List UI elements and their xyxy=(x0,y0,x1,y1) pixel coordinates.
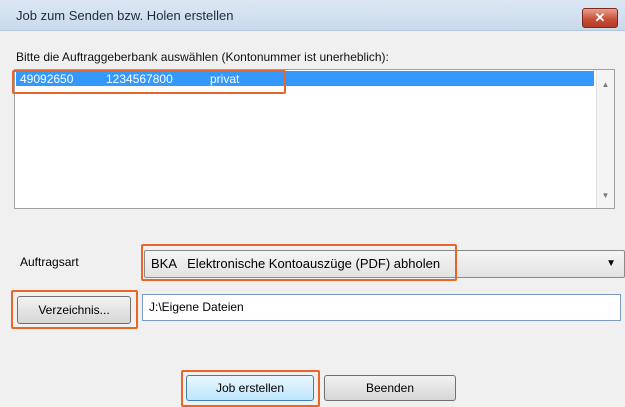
chevron-down-icon: ▼ xyxy=(606,258,616,269)
quit-button[interactable]: Beenden xyxy=(324,375,456,401)
highlight-frame-order-type xyxy=(141,244,457,281)
scroll-up-icon[interactable]: ▲ xyxy=(597,76,614,93)
highlight-frame-create-job xyxy=(181,370,320,407)
vertical-scrollbar[interactable]: ▲ ▼ xyxy=(596,70,614,208)
title-bar[interactable]: Job zum Senden bzw. Holen erstellen ✕ xyxy=(0,0,625,31)
directory-path-input[interactable]: J:\Eigene Dateien xyxy=(142,294,621,321)
close-icon: ✕ xyxy=(594,10,606,25)
instruction-label: Bitte die Auftraggeberbank auswählen (Ko… xyxy=(16,50,389,64)
highlight-frame-account xyxy=(12,70,286,94)
dialog-window: Job zum Senden bzw. Holen erstellen ✕ Bi… xyxy=(0,0,625,407)
window-title: Job zum Senden bzw. Holen erstellen xyxy=(16,8,234,23)
highlight-frame-directory xyxy=(11,290,138,329)
close-button[interactable]: ✕ xyxy=(582,8,618,28)
order-type-label: Auftragsart xyxy=(20,255,79,269)
scroll-down-icon[interactable]: ▼ xyxy=(597,187,614,204)
directory-path-value: J:\Eigene Dateien xyxy=(149,300,244,314)
